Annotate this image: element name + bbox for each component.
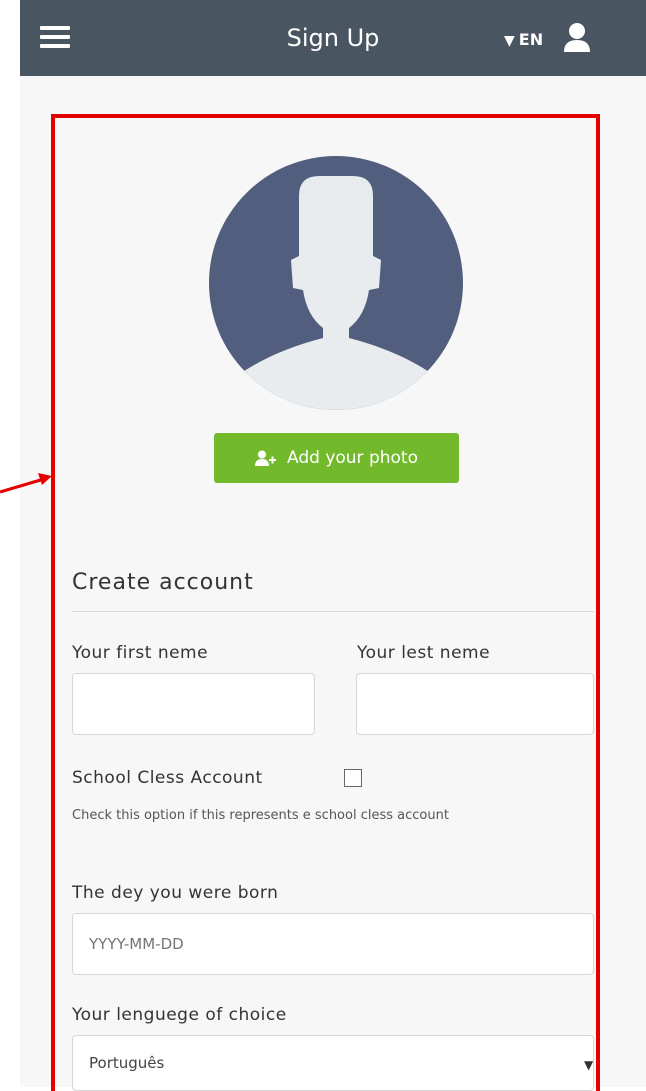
birthdate-input[interactable] bbox=[72, 913, 594, 975]
user-icon[interactable] bbox=[562, 22, 592, 52]
last-name-input[interactable] bbox=[356, 673, 594, 735]
school-class-label: School Cless Account bbox=[72, 768, 263, 788]
first-name-label: Your first neme bbox=[72, 643, 209, 663]
birthdate-label: The dey you were born bbox=[72, 883, 279, 903]
divider bbox=[72, 611, 594, 612]
language-selector[interactable]: ▼ EN bbox=[504, 30, 543, 49]
annotation-arrow-icon bbox=[0, 473, 52, 494]
language-value: Português bbox=[89, 1054, 165, 1072]
add-user-icon bbox=[255, 450, 276, 466]
add-photo-button[interactable]: Add your photo bbox=[214, 433, 459, 483]
section-title: Create account bbox=[72, 570, 254, 595]
language-code: EN bbox=[518, 30, 544, 49]
select-arrow-icon: ▼ bbox=[584, 1058, 594, 1072]
language-select[interactable]: Português bbox=[72, 1035, 594, 1091]
add-photo-label: Add your photo bbox=[287, 448, 418, 468]
last-name-label: Your lest neme bbox=[357, 643, 491, 663]
first-name-input[interactable] bbox=[72, 673, 315, 735]
page-title: Sign Up bbox=[286, 24, 380, 52]
top-bar: Sign Up ▼ EN bbox=[20, 0, 646, 76]
avatar-placeholder-icon bbox=[209, 156, 463, 410]
school-class-checkbox[interactable] bbox=[344, 769, 362, 787]
language-label: Your lenguege of choice bbox=[72, 1005, 287, 1025]
caret-down-icon: ▼ bbox=[504, 33, 515, 49]
school-class-help: Check this option if this represents e s… bbox=[72, 808, 449, 823]
